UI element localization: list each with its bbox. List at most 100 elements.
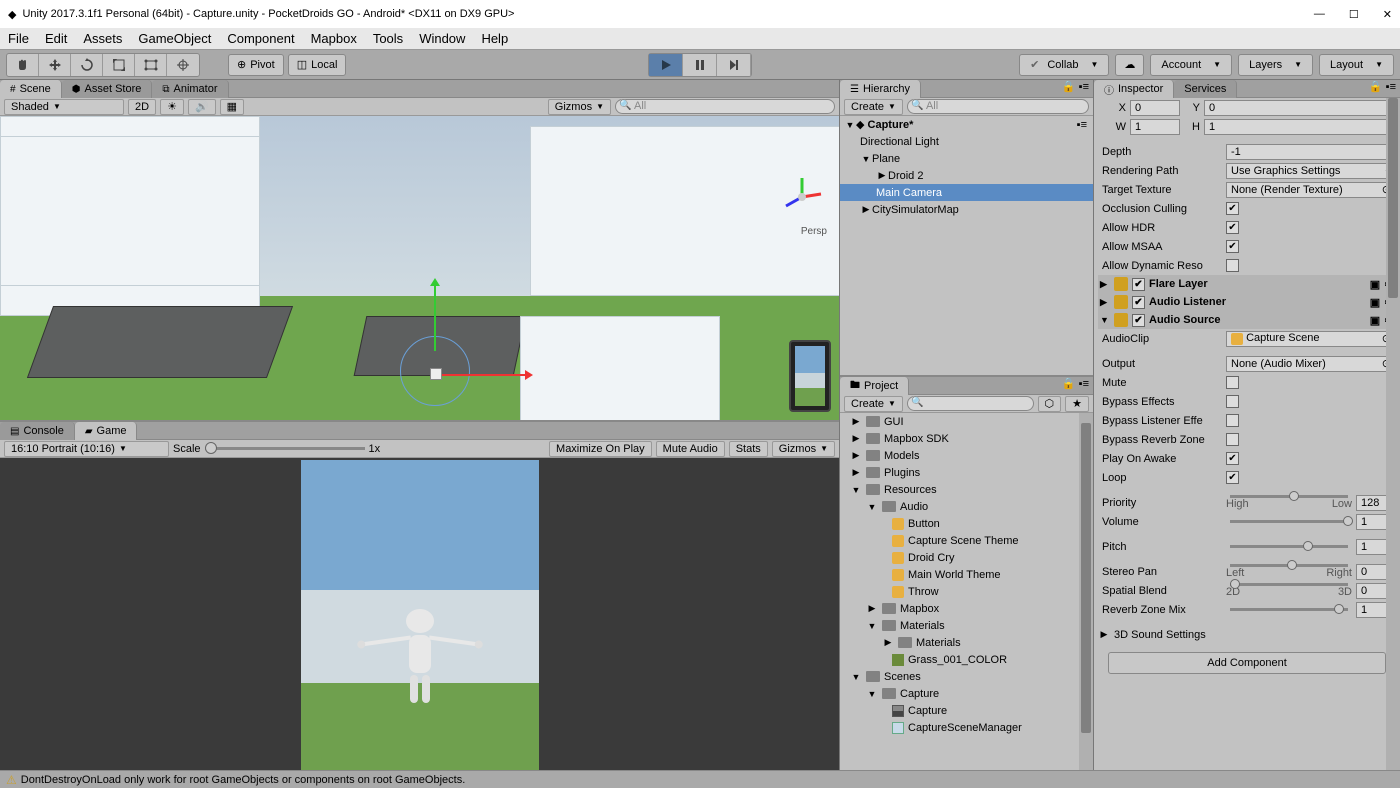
layout-dropdown[interactable]: Layout: [1319, 54, 1394, 76]
rotate-tool-icon[interactable]: [71, 54, 103, 76]
spatial-blend-slider[interactable]: [1230, 583, 1348, 586]
menu-window[interactable]: Window: [419, 31, 465, 46]
occlusion-checkbox[interactable]: ✔: [1226, 202, 1239, 215]
tab-hierarchy[interactable]: ☰Hierarchy: [840, 80, 921, 98]
listener-enable[interactable]: ✔: [1132, 296, 1145, 309]
tree-row[interactable]: ▶CitySimulatorMap: [840, 201, 1093, 218]
viewport-y-field[interactable]: [1204, 100, 1396, 116]
pitch-slider[interactable]: [1230, 545, 1348, 548]
tree-row[interactable]: ▼◆ Capture*▪≡: [840, 116, 1093, 133]
proj-asset[interactable]: Main World Theme: [840, 566, 1093, 583]
proj-asset[interactable]: Throw: [840, 583, 1093, 600]
bypass-fx-checkbox[interactable]: [1226, 395, 1239, 408]
bypass-reverb-checkbox[interactable]: [1226, 433, 1239, 446]
minimize-icon[interactable]: —: [1314, 8, 1325, 21]
proj-script[interactable]: CaptureSceneManager: [840, 719, 1093, 736]
stereo-pan-slider[interactable]: [1230, 564, 1348, 567]
tab-console[interactable]: ▤Console: [0, 422, 75, 440]
project-lock-icon[interactable]: 🔒 ▪≡: [1058, 377, 1093, 394]
hand-tool-icon[interactable]: [7, 54, 39, 76]
menu-mapbox[interactable]: Mapbox: [311, 31, 357, 46]
tab-animator[interactable]: ⧉Animator: [152, 80, 228, 98]
project-filter-icon[interactable]: ⬡: [1038, 396, 1062, 412]
proj-folder[interactable]: ▶Plugins: [840, 464, 1093, 481]
play-button[interactable]: [649, 54, 683, 76]
proj-folder[interactable]: ▶Models: [840, 447, 1093, 464]
maximize-icon[interactable]: ☐: [1349, 8, 1359, 21]
reverb-mix-slider[interactable]: [1230, 608, 1348, 611]
tab-inspector[interactable]: ⓘInspector: [1094, 80, 1174, 98]
proj-asset[interactable]: Capture Scene Theme: [840, 532, 1093, 549]
proj-asset[interactable]: Grass_001_COLOR: [840, 651, 1093, 668]
rect-tool-icon[interactable]: [135, 54, 167, 76]
tab-scene[interactable]: #Scene: [0, 80, 62, 98]
proj-asset[interactable]: Button: [840, 515, 1093, 532]
scale-tool-icon[interactable]: [103, 54, 135, 76]
close-icon[interactable]: ✕: [1383, 8, 1392, 21]
proj-folder[interactable]: ▼Audio: [840, 498, 1093, 515]
gizmos-dropdown[interactable]: Gizmos: [548, 99, 611, 115]
project-save-filter-icon[interactable]: ★: [1065, 396, 1089, 412]
proj-asset[interactable]: Droid Cry: [840, 549, 1093, 566]
volume-slider[interactable]: [1230, 520, 1348, 523]
help-icon[interactable]: ▣: [1370, 296, 1380, 309]
menu-component[interactable]: Component: [227, 31, 294, 46]
proj-folder[interactable]: ▶Mapbox: [840, 600, 1093, 617]
flare-enable[interactable]: ✔: [1132, 278, 1145, 291]
layers-dropdown[interactable]: Layers: [1238, 54, 1313, 76]
proj-folder[interactable]: ▼Capture: [840, 685, 1093, 702]
project-create[interactable]: Create: [844, 396, 903, 412]
dynres-checkbox[interactable]: [1226, 259, 1239, 272]
menu-assets[interactable]: Assets: [83, 31, 122, 46]
scrollbar[interactable]: [1079, 413, 1093, 770]
pivot-toggle[interactable]: ⊕Pivot: [228, 54, 284, 76]
project-search[interactable]: [907, 396, 1034, 411]
local-toggle[interactable]: ◫Local: [288, 54, 347, 76]
inspector-scrollbar[interactable]: [1386, 98, 1400, 770]
audioclip-field[interactable]: Capture Scene⊙: [1226, 331, 1396, 347]
proj-folder[interactable]: ▶Materials: [840, 634, 1093, 651]
bypass-listener-checkbox[interactable]: [1226, 414, 1239, 427]
proj-scene[interactable]: Capture: [840, 702, 1093, 719]
priority-slider[interactable]: [1230, 495, 1348, 498]
hierarchy-create[interactable]: Create: [844, 99, 903, 115]
tree-row[interactable]: Directional Light: [840, 133, 1093, 150]
play-on-awake-checkbox[interactable]: ✔: [1226, 452, 1239, 465]
flare-layer-header[interactable]: ▶✔Flare Layer▣⚙: [1098, 275, 1396, 293]
scene-axis-gizmo[interactable]: [781, 176, 823, 218]
tree-row[interactable]: ▼Plane: [840, 150, 1093, 167]
maximize-on-play[interactable]: Maximize On Play: [549, 441, 652, 457]
pause-button[interactable]: [683, 54, 717, 76]
mute-audio[interactable]: Mute Audio: [656, 441, 725, 457]
scene-viewport[interactable]: Persp: [0, 116, 839, 420]
scale-slider[interactable]: [205, 447, 365, 450]
tree-row-selected[interactable]: Main Camera: [840, 184, 1093, 201]
proj-folder[interactable]: ▶GUI: [840, 413, 1093, 430]
tab-asset-store[interactable]: ⬢Asset Store: [62, 80, 153, 98]
menu-file[interactable]: File: [8, 31, 29, 46]
menu-gameobject[interactable]: GameObject: [138, 31, 211, 46]
inspector-lock-icon[interactable]: 🔒 ▪≡: [1365, 80, 1400, 97]
viewport-w-field[interactable]: [1130, 119, 1180, 135]
viewport-h-field[interactable]: [1204, 119, 1396, 135]
stats-button[interactable]: Stats: [729, 441, 768, 457]
hdr-checkbox[interactable]: ✔: [1226, 221, 1239, 234]
menu-tools[interactable]: Tools: [373, 31, 403, 46]
hierarchy-search[interactable]: All: [907, 99, 1089, 114]
fx-toggle[interactable]: ▦: [220, 99, 244, 115]
viewport-x-field[interactable]: [1130, 100, 1180, 116]
lighting-toggle[interactable]: ☀: [160, 99, 184, 115]
step-button[interactable]: [717, 54, 751, 76]
mute-checkbox[interactable]: [1226, 376, 1239, 389]
cloud-button[interactable]: ☁: [1115, 54, 1144, 76]
audio-source-header[interactable]: ▼✔Audio Source▣⚙: [1098, 311, 1396, 329]
rendering-path-select[interactable]: Use Graphics Settings♦: [1226, 163, 1396, 179]
account-dropdown[interactable]: Account: [1150, 54, 1232, 76]
aspect-dropdown[interactable]: 16:10 Portrait (10:16): [4, 441, 169, 457]
tree-row[interactable]: ▶Droid 2: [840, 167, 1093, 184]
help-icon[interactable]: ▣: [1370, 278, 1380, 291]
proj-folder[interactable]: ▼Scenes: [840, 668, 1093, 685]
collab-dropdown[interactable]: ✔Collab: [1019, 54, 1109, 76]
tab-project[interactable]: 🖿Project: [840, 377, 909, 395]
hierarchy-lock-icon[interactable]: 🔒 ▪≡: [1058, 80, 1093, 97]
